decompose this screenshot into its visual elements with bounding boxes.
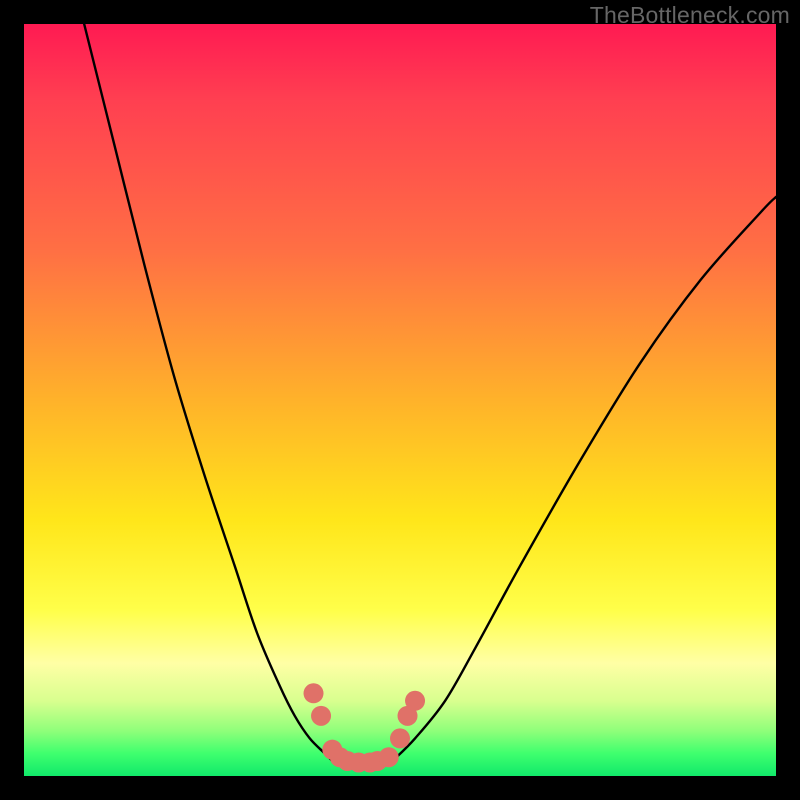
left-curve-path xyxy=(84,24,332,761)
chart-frame: TheBottleneck.com xyxy=(0,0,800,800)
valley-marker-dot xyxy=(304,683,324,703)
valley-marker-dot xyxy=(405,691,425,711)
plot-area xyxy=(24,24,776,776)
chart-svg xyxy=(24,24,776,776)
curve-group xyxy=(84,24,776,765)
valley-markers xyxy=(304,683,426,772)
valley-marker-dot xyxy=(311,706,331,726)
valley-marker-dot xyxy=(379,747,399,767)
valley-marker-dot xyxy=(390,728,410,748)
right-curve-path xyxy=(392,197,776,761)
